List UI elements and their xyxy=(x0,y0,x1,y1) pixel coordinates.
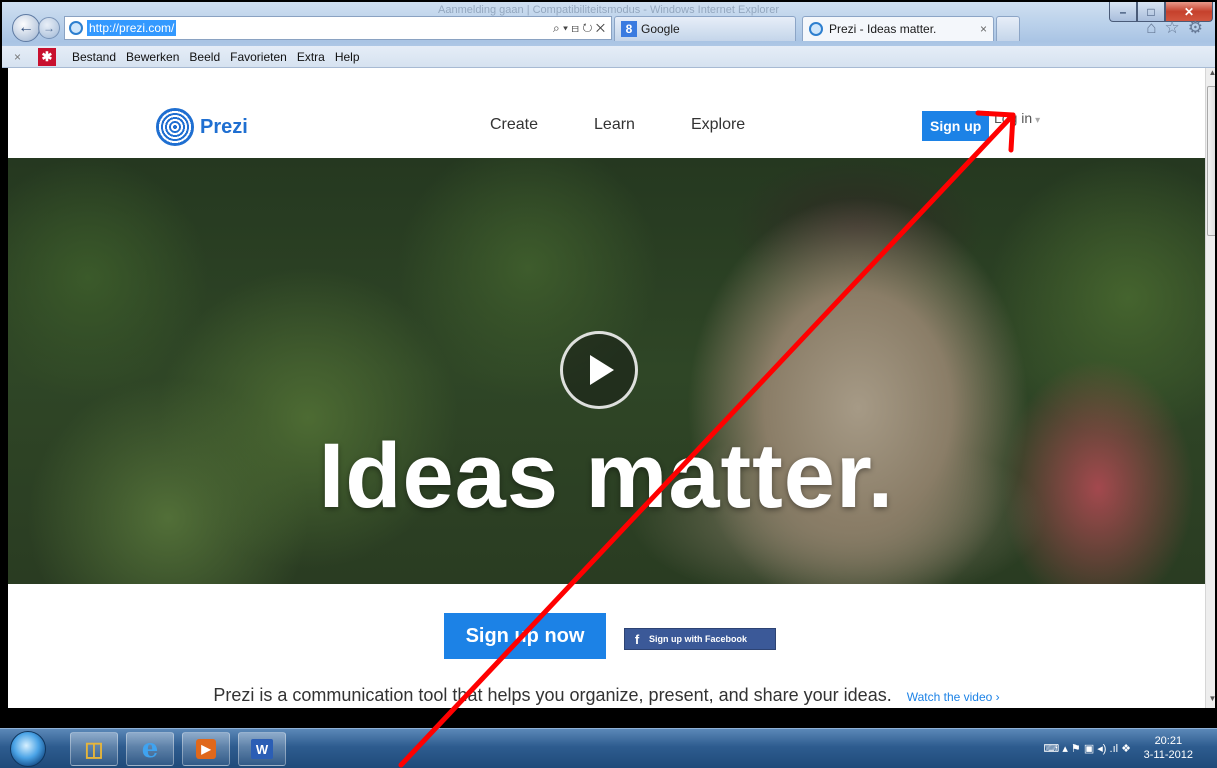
facebook-label: Sign up with Facebook xyxy=(649,634,748,644)
facebook-icon: f xyxy=(634,631,640,647)
taskbar-word[interactable]: W xyxy=(238,732,286,766)
start-button[interactable] xyxy=(10,731,46,767)
site-header: Prezi Create Learn Explore Sign up Log i… xyxy=(8,68,1205,156)
signup-button[interactable]: Sign up xyxy=(922,111,990,141)
menu-bestand[interactable]: Bestand xyxy=(72,50,116,64)
close-toolbar-icon[interactable]: × xyxy=(14,50,28,64)
clock-time: 20:21 xyxy=(1154,735,1183,747)
browser-toolbar-icons: ⌂ ☆ ⚙ xyxy=(1146,18,1203,38)
vertical-scrollbar[interactable]: ▲ ▼ xyxy=(1205,68,1215,708)
tagline-text: Prezi is a communication tool that helps… xyxy=(213,685,892,705)
scroll-down-icon[interactable]: ▼ xyxy=(1206,694,1215,708)
taskbar: ◫ e ▶ W ⌨ ▴ ⚑ ▣ ◂) .ıl ❖ 20:21 3-11-2012 xyxy=(0,728,1217,768)
menu-beeld[interactable]: Beeld xyxy=(189,50,220,64)
nav-explore[interactable]: Explore xyxy=(691,116,745,134)
browser-window: Aanmelding gaan | Compatibiliteitsmodus … xyxy=(0,0,1217,728)
clock-date: 3-11-2012 xyxy=(1143,749,1193,761)
addon-icon[interactable]: ✱ xyxy=(38,47,56,66)
internet-explorer-icon: e xyxy=(141,734,159,764)
tab-google[interactable]: 8 Google xyxy=(614,16,796,41)
scroll-thumb[interactable] xyxy=(1207,86,1215,236)
site-nav: Create Learn Explore xyxy=(490,116,745,134)
login-label: Log in xyxy=(994,110,1033,126)
signup-now-button[interactable]: Sign up now xyxy=(444,613,606,659)
tab-prezi[interactable]: Prezi - Ideas matter. × xyxy=(802,16,994,41)
settings-gear-icon[interactable]: ⚙ xyxy=(1188,18,1203,38)
google-icon: 8 xyxy=(621,21,637,37)
signup-facebook-button[interactable]: f Sign up with Facebook xyxy=(624,628,776,650)
back-arrow-icon: ← xyxy=(18,19,34,36)
menu-help[interactable]: Help xyxy=(335,50,360,64)
logo-text: Prezi xyxy=(200,115,248,138)
prezi-favicon-icon xyxy=(809,22,823,36)
tab-close-icon[interactable]: × xyxy=(980,22,987,36)
word-icon: W xyxy=(251,739,273,759)
system-tray[interactable]: ⌨ ▴ ⚑ ▣ ◂) .ıl ❖ xyxy=(1043,742,1131,755)
minimize-button[interactable]: – xyxy=(1109,2,1137,22)
login-link[interactable]: Log in ▾ xyxy=(994,110,1040,126)
tagline: Prezi is a communication tool that helps… xyxy=(8,685,1205,706)
tab-label: Google xyxy=(641,22,680,36)
hero-headline: Ideas matter. xyxy=(318,425,895,527)
chevron-down-icon: ▾ xyxy=(1035,115,1041,126)
forward-button[interactable]: → xyxy=(38,17,60,39)
menu-extra[interactable]: Extra xyxy=(297,50,325,64)
taskbar-internet-explorer[interactable]: e xyxy=(126,732,174,766)
tab-label: Prezi - Ideas matter. xyxy=(829,22,937,36)
address-url[interactable]: http://prezi.com/ xyxy=(87,20,177,36)
address-tools[interactable]: ⌕ ▾ ⊟ ↻ ✕ xyxy=(553,21,605,36)
taskbar-media-player[interactable]: ▶ xyxy=(182,732,230,766)
nav-create[interactable]: Create xyxy=(490,116,538,134)
address-bar[interactable]: http://prezi.com/ ⌕ ▾ ⊟ ↻ ✕ xyxy=(64,16,612,40)
new-tab-button[interactable] xyxy=(996,16,1020,41)
hero-image: Ideas matter. xyxy=(8,158,1205,584)
window-caption: Aanmelding gaan | Compatibiliteitsmodus … xyxy=(438,4,779,16)
taskbar-explorer[interactable]: ◫ xyxy=(70,732,118,766)
forward-arrow-icon: → xyxy=(43,21,55,35)
watch-video-link[interactable]: Watch the video › xyxy=(907,690,1000,704)
menu-favorieten[interactable]: Favorieten xyxy=(230,50,287,64)
scroll-up-icon[interactable]: ▲ xyxy=(1206,68,1215,82)
web-page: Prezi Create Learn Explore Sign up Log i… xyxy=(8,68,1205,708)
back-button[interactable]: ← xyxy=(12,14,40,42)
favorites-star-icon[interactable]: ☆ xyxy=(1165,18,1180,38)
prezi-logo-icon xyxy=(156,108,194,146)
menu-bar: × ✱ Bestand Bewerken Beeld Favorieten Ex… xyxy=(2,46,1215,68)
folder-icon: ◫ xyxy=(84,738,104,761)
prezi-logo[interactable]: Prezi xyxy=(156,108,248,146)
menu-bewerken[interactable]: Bewerken xyxy=(126,50,179,64)
nav-learn[interactable]: Learn xyxy=(594,116,635,134)
site-favicon-icon xyxy=(69,21,83,35)
media-player-icon: ▶ xyxy=(196,739,216,759)
play-icon xyxy=(590,355,614,385)
clock[interactable]: 20:21 3-11-2012 xyxy=(1144,734,1193,762)
home-icon[interactable]: ⌂ xyxy=(1146,18,1156,38)
play-video-button[interactable] xyxy=(560,331,638,409)
